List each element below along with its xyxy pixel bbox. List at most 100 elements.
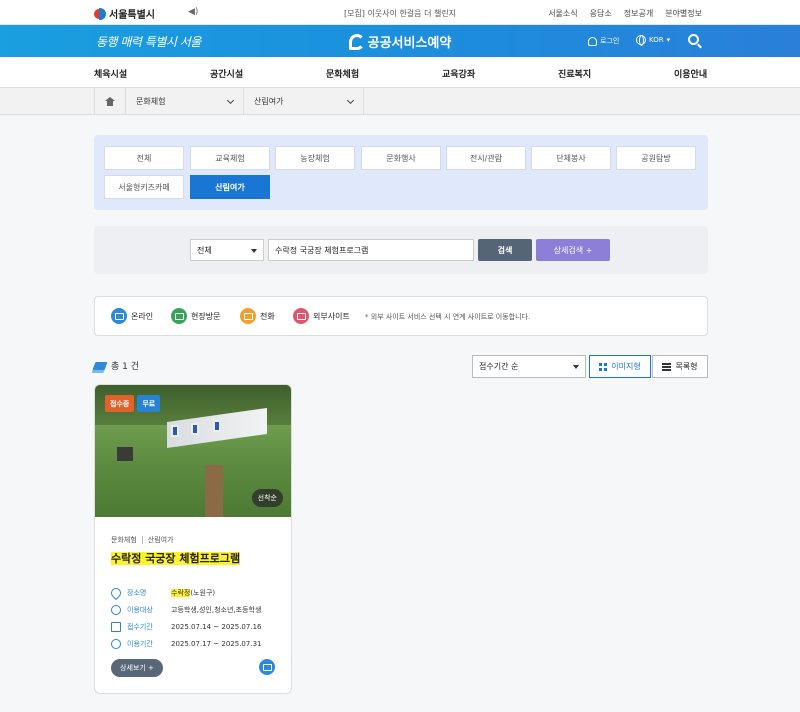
chevron-down-icon <box>346 96 355 105</box>
place-highlight: 수락정 <box>171 589 191 597</box>
result-card[interactable]: 접수중 무료 선착순 문화체험 산림여가 수락정 국궁장 체험프로그램 장소명 … <box>94 384 292 694</box>
person-icon <box>111 605 121 615</box>
card-thumbnail[interactable]: 접수중 무료 선착순 <box>95 385 291 517</box>
fee-badge: 무료 <box>137 395 161 412</box>
category-kids-cafe[interactable]: 서울형키즈카페 <box>104 175 184 199</box>
breadcrumb: 문화체험 산림여가 <box>0 88 800 115</box>
login-label: 로그인 <box>600 37 620 45</box>
chevron-down-icon <box>226 96 235 105</box>
category-farm[interactable]: 농장체험 <box>275 146 355 170</box>
sort-select[interactable]: 접수기간 순 <box>472 355 586 378</box>
view-image-button[interactable]: 이미지형 <box>589 355 651 378</box>
thumbnail-target <box>171 425 179 437</box>
site-header: 동행 매력 특별시 서울 공공서비스예약 로그인 KOR ▾ <box>0 25 800 57</box>
breadcrumb-level1[interactable]: 문화체험 <box>126 88 244 115</box>
nav-sports[interactable]: 체육시설 <box>94 67 127 80</box>
breadcrumb-home[interactable] <box>94 88 126 115</box>
breadcrumb-level1-label: 문화체험 <box>136 97 166 106</box>
top-utility-bar: 서울특별시 ◀) [모집] 이웃사이 한걸음 더 챌린지 서울소식 응답소 정보… <box>0 0 800 25</box>
calendar-icon <box>111 622 121 632</box>
caret-down-icon <box>251 249 257 253</box>
search-scope-select[interactable]: 전체 <box>190 239 264 261</box>
location-pin-icon <box>108 585 124 601</box>
view-list-button[interactable]: 목록형 <box>652 355 708 378</box>
category-forest-leisure[interactable]: 산림여가 <box>190 175 270 199</box>
result-count-text: 총 1 건 <box>111 362 140 372</box>
util-link-disclosure[interactable]: 정보공개 <box>624 8 653 19</box>
brand-name: 공공서비스예약 <box>367 36 452 51</box>
search-input[interactable] <box>268 239 474 261</box>
detail-view-button[interactable]: 상세보기 + <box>111 659 163 677</box>
sort-value: 접수기간 순 <box>479 362 519 371</box>
result-count: 총 1 건 <box>92 359 140 372</box>
category-all[interactable]: 전체 <box>104 146 184 170</box>
nav-guide[interactable]: 이용안내 <box>674 67 707 80</box>
search-icon[interactable] <box>688 34 699 45</box>
use-label: 이용기간 <box>127 640 153 648</box>
brand-logo[interactable]: 공공서비스예약 <box>0 32 800 51</box>
place-district: (노원구) <box>190 589 216 597</box>
category-education[interactable]: 교육체험 <box>190 146 270 170</box>
legend-visit-label: 현장방문 <box>191 311 221 321</box>
status-badge: 접수중 <box>105 395 135 412</box>
nav-space[interactable]: 공간시설 <box>210 67 243 80</box>
clock-icon <box>111 639 121 649</box>
card-category-1: 문화체험 <box>111 536 137 544</box>
util-link-field-info[interactable]: 분야별정보 <box>665 8 702 19</box>
card-categories: 문화체험 산림여가 <box>111 535 174 545</box>
legend-phone-label: 전화 <box>260 311 275 321</box>
breadcrumb-level2-label: 산림여가 <box>254 97 284 106</box>
view-list-label: 목록형 <box>675 362 698 371</box>
card-title[interactable]: 수락정 국궁장 체험프로그램 <box>111 550 241 566</box>
door-icon <box>171 308 187 324</box>
use-value: 2025.07.17 ~ 2025.07.31 <box>171 640 262 648</box>
search-button[interactable]: 검색 <box>478 239 532 261</box>
nav-welfare[interactable]: 진료복지 <box>558 67 591 80</box>
legend-phone: 전화 <box>240 308 275 324</box>
target-label: 이용대상 <box>127 606 153 614</box>
breadcrumb-level2[interactable]: 산림여가 <box>244 88 364 115</box>
info-place: 장소명 수락정(노원구) <box>108 585 215 601</box>
card-title-text: 수락정 국궁장 체험프로그램 <box>111 552 241 565</box>
home-icon <box>105 97 115 106</box>
place-value: 수락정(노원구) <box>171 588 215 598</box>
brand-logo-icon <box>348 34 365 50</box>
thumbnail-target <box>213 420 221 432</box>
utility-links: 서울소식 응답소 정보공개 분야별정보 <box>548 8 702 19</box>
thumbnail-target <box>191 423 199 435</box>
view-image-label: 이미지형 <box>611 362 641 371</box>
apply-label: 접수기간 <box>127 623 153 631</box>
language-label: KOR <box>649 36 664 44</box>
caret-down-icon <box>573 365 579 369</box>
category-park[interactable]: 공원탐방 <box>616 146 696 170</box>
category-divider <box>141 536 143 544</box>
thumbnail-post <box>205 465 223 517</box>
legend-online: 온라인 <box>111 308 153 324</box>
first-come-badge: 선착순 <box>251 489 283 507</box>
category-filter-panel: 전체 교육체험 농장체험 문화행사 전시/관람 단체봉사 공원탐방 서울형키즈카… <box>94 135 708 210</box>
category-culture-event[interactable]: 문화행사 <box>361 146 441 170</box>
card-badges: 접수중 무료 <box>105 395 161 412</box>
search-scope-value: 전체 <box>197 245 212 255</box>
language-selector[interactable]: KOR ▾ <box>636 35 670 46</box>
grid-icon <box>599 362 608 371</box>
legend-note: * 외부 사이트 서비스 선택 시 연계 사이트로 이동합니다. <box>365 313 531 321</box>
user-icon <box>588 36 597 46</box>
monitor-icon <box>111 308 127 324</box>
external-site-icon <box>293 308 309 324</box>
info-use-period: 이용기간 2025.07.17 ~ 2025.07.31 <box>111 639 261 649</box>
nav-culture[interactable]: 문화체험 <box>326 67 359 80</box>
card-category-2: 산림여가 <box>147 536 174 544</box>
info-target: 이용대상 고등학생,성인,청소년,초등학생 <box>111 605 261 615</box>
util-link-news[interactable]: 서울소식 <box>548 8 577 19</box>
detail-search-button[interactable]: 상세검색 + <box>536 239 610 261</box>
util-link-response[interactable]: 응답소 <box>590 8 612 19</box>
category-volunteer[interactable]: 단체봉사 <box>531 146 611 170</box>
nav-education[interactable]: 교육강좌 <box>442 67 475 80</box>
place-label: 장소명 <box>127 589 147 597</box>
apply-value: 2025.07.14 ~ 2025.07.16 <box>171 623 262 631</box>
login-link[interactable]: 로그인 <box>588 36 619 46</box>
thumbnail-stand <box>117 447 133 461</box>
legend-external-label: 외부사이트 <box>313 311 350 321</box>
category-exhibition[interactable]: 전시/관람 <box>446 146 526 170</box>
